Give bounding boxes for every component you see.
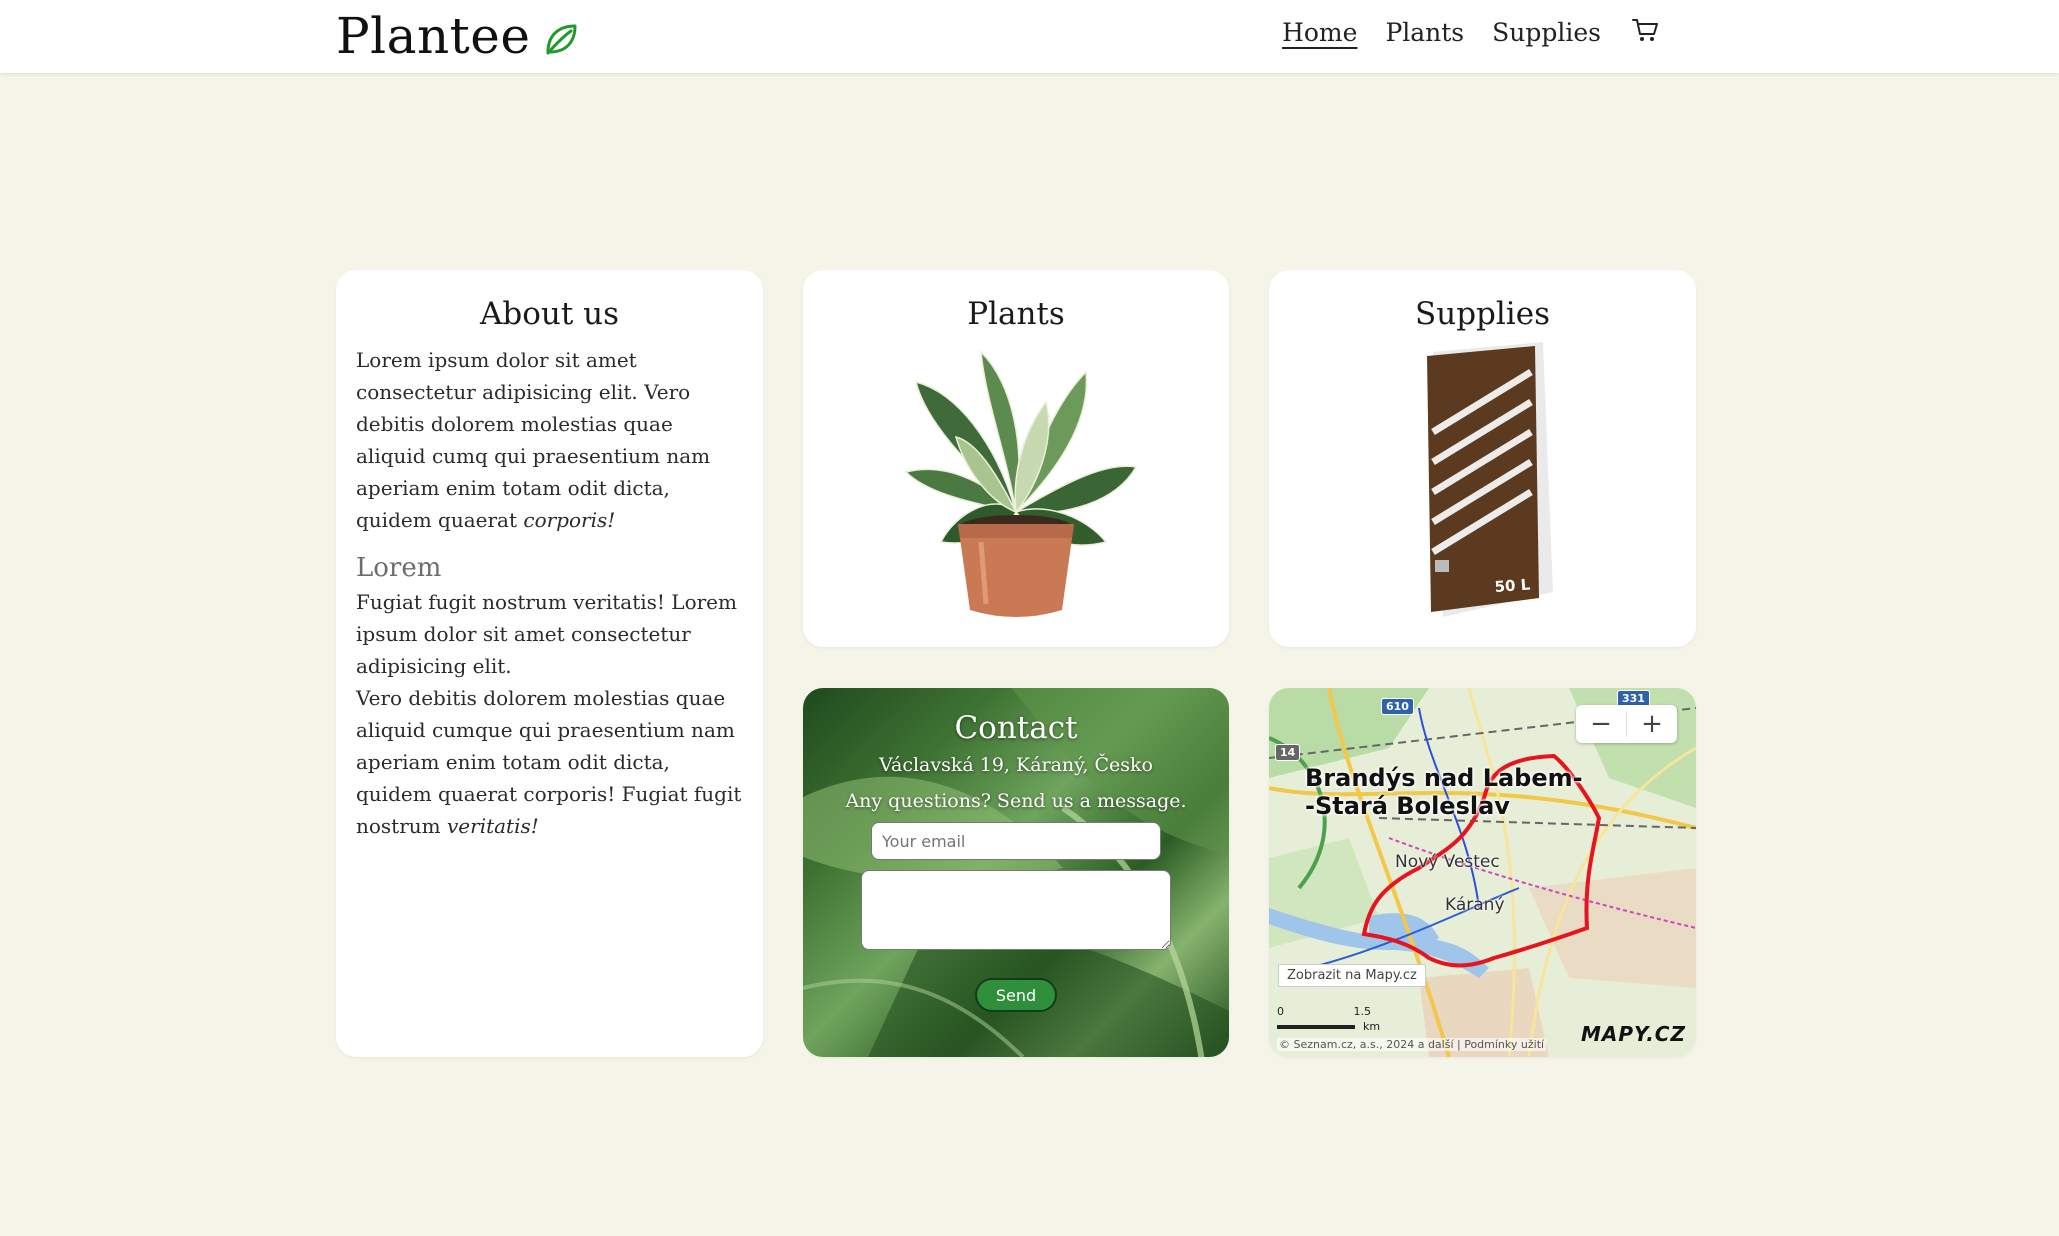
about-body: Lorem ipsum dolor sit amet consectetur a… xyxy=(336,344,763,842)
brand-name[interactable]: Plantee xyxy=(336,7,530,65)
about-paragraph-3-text: Vero debitis dolorem molestias quae aliq… xyxy=(356,686,742,838)
nav-link-plants[interactable]: Plants xyxy=(1385,18,1464,47)
plants-card[interactable]: Plants xyxy=(803,270,1229,647)
map-city-line-2: -Stará Boleslav xyxy=(1305,792,1510,820)
leaf-icon xyxy=(546,24,577,55)
about-paragraph-2: Fugiat fugit nostrum veritatis! Lorem ip… xyxy=(356,590,737,678)
nav-link-supplies[interactable]: Supplies xyxy=(1492,18,1601,47)
map-scale: 0 1.5 km xyxy=(1277,1005,1380,1033)
brand-logo[interactable]: Plantee xyxy=(336,6,578,66)
about-title: About us xyxy=(479,296,620,332)
about-paragraph-1: Lorem ipsum dolor sit amet consectetur a… xyxy=(356,344,743,536)
about-paragraph-1-text: Lorem ipsum dolor sit amet consectetur a… xyxy=(356,348,711,532)
soil-bag-image[interactable]: 50 L xyxy=(1403,342,1563,622)
map-card[interactable]: 610 331 14 Brandýs nad Labem- -Stará Bol… xyxy=(1269,688,1696,1057)
contact-address: Václavská 19, Káraný, Česko xyxy=(879,754,1153,776)
potted-plant-image[interactable] xyxy=(886,342,1146,622)
map-copyright[interactable]: © Seznam.cz, a.s., 2024 a další | Podmín… xyxy=(1277,1038,1547,1051)
email-field[interactable] xyxy=(871,822,1161,860)
zoom-in-button[interactable]: + xyxy=(1627,705,1677,743)
road-badge-610: 610 xyxy=(1381,698,1414,715)
road-badge-14: 14 xyxy=(1275,744,1301,761)
map-place-novy-vestec: Nový Vestec xyxy=(1395,852,1500,872)
message-field[interactable] xyxy=(861,870,1171,950)
contact-title: Contact xyxy=(954,710,1078,746)
map-city-label: Brandýs nad Labem- -Stará Boleslav xyxy=(1305,764,1583,820)
map-place-karany: Káraný xyxy=(1445,895,1505,915)
soil-bag-volume: 50 L xyxy=(1494,576,1531,596)
about-paragraph-1-italic: corporis! xyxy=(523,508,616,532)
about-subtitle: Lorem xyxy=(356,553,442,583)
send-button[interactable]: Send xyxy=(975,978,1057,1012)
map-canvas[interactable] xyxy=(1269,688,1696,1057)
plants-title: Plants xyxy=(967,296,1065,332)
supplies-title: Supplies xyxy=(1415,296,1550,332)
contact-form: Contact Václavská 19, Káraný, Česko Any … xyxy=(803,688,1229,1057)
mapy-logo[interactable]: MAPY.CZ xyxy=(1581,1022,1686,1046)
nav-links: Home Plants Supplies xyxy=(1254,18,1659,47)
map-scale-unit: km xyxy=(1363,1020,1381,1033)
map-scale-value: 1.5 xyxy=(1353,1005,1372,1018)
map-city-line-1: Brandýs nad Labem- xyxy=(1305,764,1583,792)
view-on-mapy-link[interactable]: Zobrazit na Mapy.cz xyxy=(1278,964,1426,987)
contact-question: Any questions? Send us a message. xyxy=(845,790,1187,812)
navbar: Plantee Home Plants Supplies xyxy=(0,0,2059,73)
supplies-card[interactable]: Supplies 50 L xyxy=(1269,270,1696,647)
zoom-controls: − + xyxy=(1576,705,1677,743)
about-card: About us Lorem ipsum dolor sit amet cons… xyxy=(336,270,763,1057)
map-scale-zero: 0 xyxy=(1277,1005,1284,1018)
about-paragraph-3: Vero debitis dolorem molestias quae aliq… xyxy=(356,682,743,842)
cart-icon[interactable] xyxy=(1631,17,1659,43)
nav-link-home[interactable]: Home xyxy=(1282,18,1357,47)
contact-card: Contact Václavská 19, Káraný, Česko Any … xyxy=(803,688,1229,1057)
zoom-out-button[interactable]: − xyxy=(1576,705,1626,743)
about-paragraph-3-italic: veritatis! xyxy=(447,814,539,838)
